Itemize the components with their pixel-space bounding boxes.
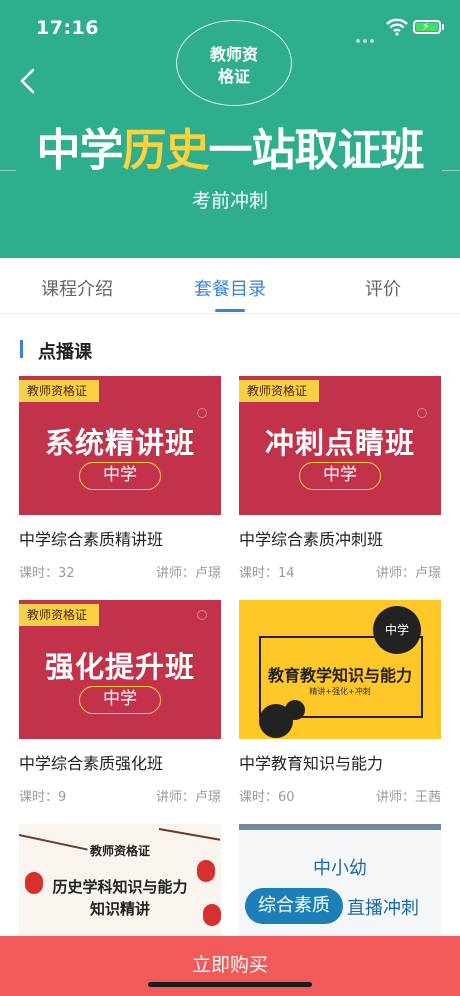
thumb-tag: 教师资格证: [19, 380, 100, 402]
lesson-count: 课时：9: [19, 790, 67, 805]
hero-subtitle: 考前冲刺: [191, 190, 268, 212]
status-time: 17:16: [36, 17, 99, 39]
tab-bar: 课程介绍 套餐目录 评价: [0, 258, 460, 314]
tab-reviews[interactable]: 评价: [313, 275, 453, 301]
battery-icon: ⚡: [413, 20, 441, 34]
thumb-pill: 中学: [299, 462, 381, 490]
badge-line-1: 教师资: [209, 45, 258, 64]
course-card[interactable]: 教师资格证 冲刺点睛班 中学 中学综合素质冲刺班 课时：14 讲师：卢璟: [239, 376, 441, 586]
thumb-subtitle: 精讲+强化+冲刺: [309, 687, 371, 696]
thumb-dot: 中学: [373, 606, 421, 654]
course-card[interactable]: 教师资格证 系统精讲班 中学 中学综合素质精讲班 课时：32 讲师：卢璟: [19, 376, 221, 586]
thumb-subtitle: 知识精讲: [89, 900, 150, 918]
decor-branch: [158, 828, 221, 841]
teacher-name: 讲师：王茜: [375, 790, 441, 805]
buy-now-button[interactable]: 立即购买: [0, 936, 460, 996]
wifi-icon: [386, 18, 408, 36]
course-thumbnail: 教师资格证 系统精讲班 中学: [19, 376, 221, 515]
decor-ring: [197, 610, 207, 620]
lesson-count: 课时：32: [19, 566, 75, 581]
course-thumbnail: 中学 教育教学知识与能力 精讲+强化+冲刺: [239, 600, 441, 739]
course-title: 中学综合素质精讲班: [19, 530, 164, 549]
decor-ring: [417, 408, 427, 418]
course-card[interactable]: 中学 教育教学知识与能力 精讲+强化+冲刺 中学教育知识与能力 课时：60 讲师…: [239, 600, 441, 810]
thumb-title: 教育教学知识与能力: [267, 666, 412, 685]
thumb-title: 历史学科知识与能力: [52, 878, 188, 896]
section-title: 点播课: [38, 342, 92, 363]
signal-icon: [356, 28, 377, 47]
battery-tip: [442, 24, 444, 30]
thumb-tag: 教师资格证: [239, 380, 320, 402]
tab-package-catalog[interactable]: 套餐目录: [160, 275, 300, 301]
course-title: 中学教育知识与能力: [239, 754, 384, 773]
badge-line-2: 格证: [217, 67, 250, 86]
thumb-oval: 综合素质: [245, 888, 343, 924]
thumb-title: 中小幼: [313, 858, 367, 879]
thumb-pill: 中学: [79, 462, 161, 490]
teacher-name: 讲师：卢璟: [155, 790, 221, 805]
badge-text: 教师资 格证: [176, 44, 292, 88]
teacher-name: 讲师：卢璟: [375, 566, 441, 581]
thumb-title: 冲刺点睛班: [264, 426, 415, 460]
course-title: 中学综合素质冲刺班: [239, 530, 384, 549]
section-accent-bar: [20, 340, 23, 358]
course-card[interactable]: 教师资格证 强化提升班 中学 中学综合素质强化班 课时：9 讲师：卢璟: [19, 600, 221, 810]
thumb-tag: 教师资格证: [19, 604, 100, 626]
decor-ring: [197, 408, 207, 418]
teacher-name: 讲师：卢璟: [155, 566, 221, 581]
decor-circle: [285, 700, 305, 720]
lesson-count: 课时：14: [239, 566, 295, 581]
course-card[interactable]: 中小幼 综合素质 直播冲刺: [239, 824, 441, 963]
course-card[interactable]: 教师资格证 历史学科知识与能力 知识精讲: [19, 824, 221, 963]
thumb-subtitle: 直播冲刺: [347, 898, 419, 919]
thumb-title: 强化提升班: [44, 650, 195, 684]
thumb-title: 系统精讲班: [44, 426, 195, 460]
hero-title: 中学历史一站取证班: [0, 114, 460, 178]
course-thumbnail: 教师资格证 强化提升班 中学: [19, 600, 221, 739]
tab-course-intro[interactable]: 课程介绍: [7, 275, 147, 301]
course-title: 中学综合素质强化班: [19, 754, 164, 773]
course-thumbnail: 教师资格证 冲刺点睛班 中学: [239, 376, 441, 515]
lesson-count: 课时：60: [239, 790, 295, 805]
hero-title-post: 一站取证班: [208, 125, 425, 176]
hero-title-highlight: 历史: [122, 125, 210, 176]
hero-banner: 17:16 ⚡ 教师资 格证 中学历史一站取证班 考前冲刺: [0, 0, 460, 258]
back-arrow-icon[interactable]: [16, 66, 42, 96]
hero-title-pre: 中学: [36, 125, 124, 176]
tab-active-indicator: [215, 309, 245, 312]
thumb-tag: 教师资格证: [89, 844, 150, 858]
home-indicator: [148, 982, 312, 987]
thumb-pill: 中学: [79, 686, 161, 714]
